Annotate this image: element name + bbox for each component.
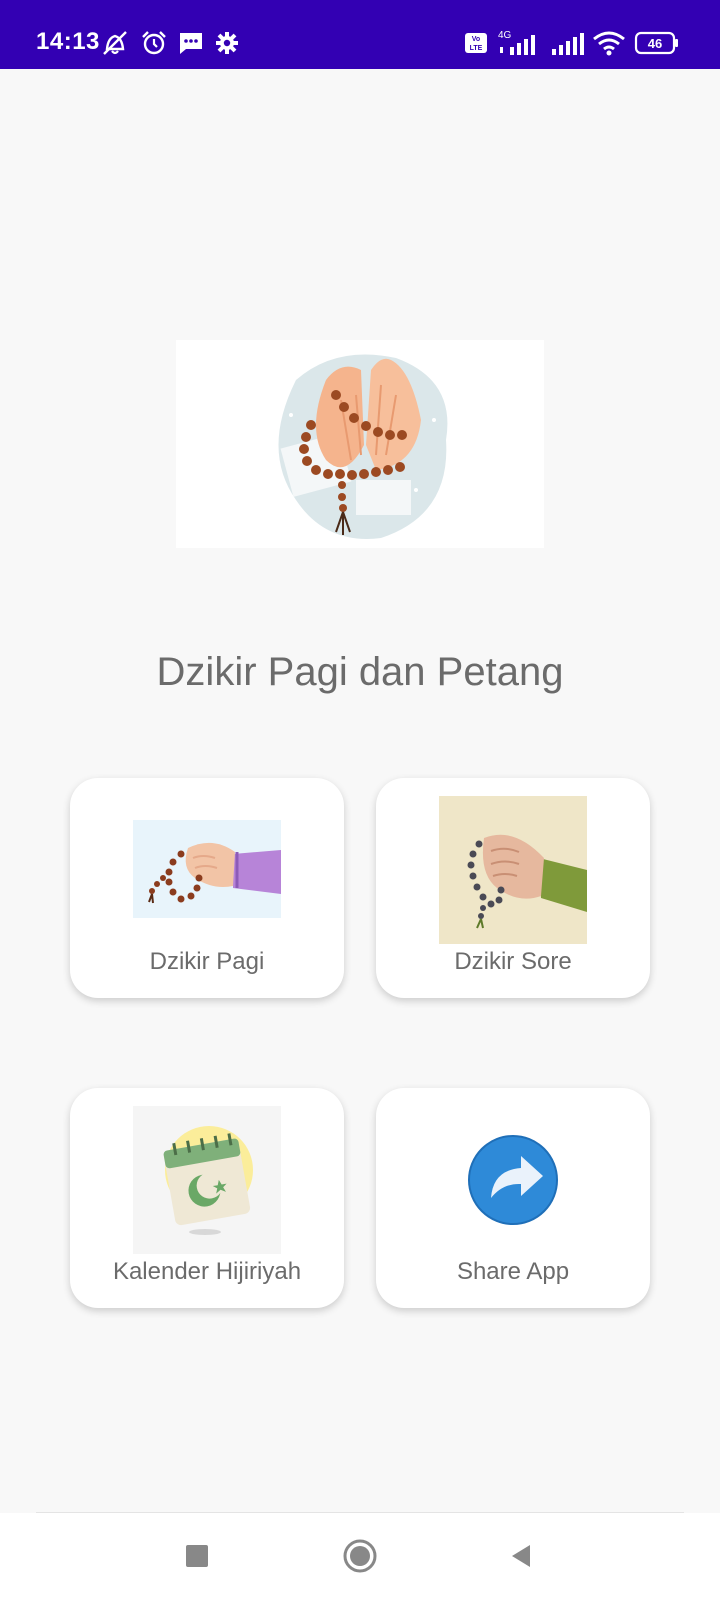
dzikir-sore-label: Dzikir Sore <box>454 948 572 975</box>
network-type-label: 4G <box>498 30 512 41</box>
status-right-icons: Vo LTE 4G 46 <box>464 28 680 58</box>
battery-icon: 46 <box>634 30 680 56</box>
share-arrow-icon <box>439 1106 587 1254</box>
signal-icon: 4G <box>496 29 542 57</box>
signal-icon <box>550 29 584 57</box>
home-button[interactable] <box>335 1531 385 1581</box>
recents-icon <box>186 1545 208 1567</box>
home-icon <box>343 1539 377 1573</box>
share-app-label: Share App <box>456 1258 570 1285</box>
hero-illustration <box>176 340 544 548</box>
kalender-hijiriyah-label: Kalender Hijiriyah <box>112 1258 302 1285</box>
settings-icon <box>214 30 240 56</box>
alarm-icon <box>140 29 168 57</box>
dzikir-pagi-label: Dzikir Pagi <box>149 948 265 975</box>
dzikir-sore-card[interactable]: Dzikir Sore <box>376 778 650 998</box>
message-icon <box>178 30 204 56</box>
status-time: 14:13 <box>36 28 100 55</box>
battery-level: 46 <box>648 36 662 51</box>
svg-text:LTE: LTE <box>470 45 483 52</box>
app-title: Dzikir Pagi dan Petang <box>156 650 564 694</box>
dzikir-pagi-card[interactable]: Dzikir Pagi <box>70 778 344 998</box>
back-icon <box>512 1545 530 1567</box>
dzikir-pagi-image <box>133 796 281 944</box>
kalender-hijiriyah-image <box>133 1106 281 1254</box>
svg-text:Vo: Vo <box>472 36 480 43</box>
status-left-icons <box>100 28 240 58</box>
status-bar: 14:13 Vo LTE 4G 46 <box>0 0 720 69</box>
navigation-bar <box>0 1513 720 1600</box>
wifi-icon <box>592 29 626 57</box>
back-button[interactable] <box>496 1531 546 1581</box>
kalender-hijiriyah-card[interactable]: Kalender Hijiriyah <box>70 1088 344 1308</box>
share-app-card[interactable]: Share App <box>376 1088 650 1308</box>
recents-button[interactable] <box>172 1531 222 1581</box>
dzikir-sore-image <box>439 796 587 944</box>
volte-icon: Vo LTE <box>464 32 488 54</box>
mute-icon <box>100 29 130 57</box>
